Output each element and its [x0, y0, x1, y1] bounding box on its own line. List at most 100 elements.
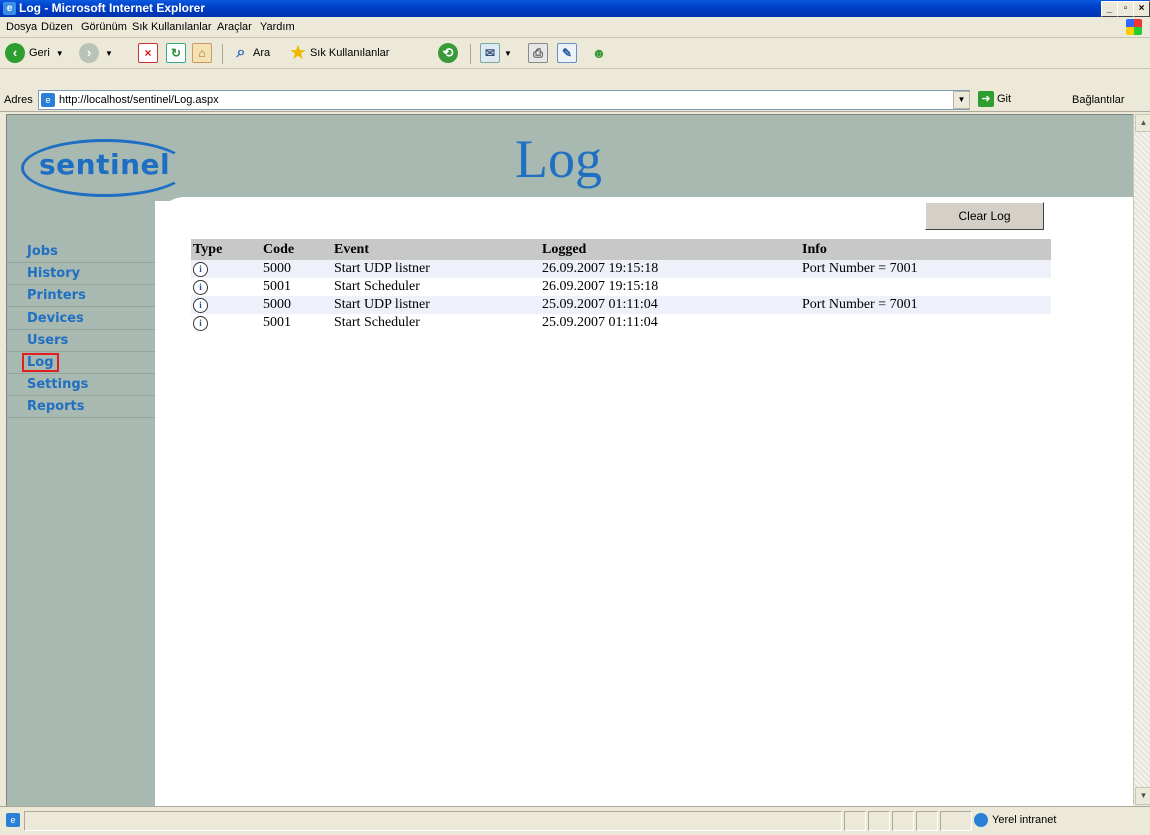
- close-button[interactable]: ×: [1133, 1, 1150, 17]
- chevron-down-icon: ▼: [105, 48, 113, 58]
- type-cell: i: [191, 296, 261, 314]
- edit-button[interactable]: ✎: [557, 42, 577, 64]
- nav-jobs[interactable]: Jobs: [7, 241, 155, 263]
- toolbar: ‹ Geri ▼ › ▼ × ↻ ⌂ ⌕ Ara ★ Sık Kullanıla…: [0, 38, 1150, 69]
- column-header-code: Code: [261, 239, 332, 260]
- menu-favorites[interactable]: Sık Kullanılanlar: [132, 21, 212, 33]
- info-cell: [800, 278, 1051, 296]
- go-button[interactable]: ➜ Git: [978, 91, 1011, 107]
- intranet-globe-icon: [974, 813, 988, 827]
- messenger-button[interactable]: ☻: [590, 42, 608, 64]
- zone-label: Yerel intranet: [992, 814, 1057, 826]
- page-status-icon: e: [6, 813, 20, 827]
- nav-reports[interactable]: Reports: [7, 396, 155, 418]
- nav-label: Settings: [27, 377, 89, 392]
- windows-logo-icon: [1126, 19, 1142, 35]
- page-viewport: sentinel Log Clear Log Jobs History Prin…: [6, 114, 1134, 806]
- address-label: Adres: [4, 94, 33, 106]
- table-row: i 5000 Start UDP listner 25.09.2007 01:1…: [191, 296, 1051, 314]
- address-url: http://localhost/sentinel/Log.aspx: [59, 94, 219, 106]
- type-cell: i: [191, 260, 261, 278]
- security-zone: Yerel intranet: [974, 811, 1140, 829]
- status-cell: [940, 811, 972, 831]
- home-icon: ⌂: [192, 43, 212, 63]
- menu-duzen[interactable]: Düzen: [41, 21, 73, 33]
- scroll-down-button[interactable]: ▼: [1135, 787, 1150, 805]
- refresh-button[interactable]: ↻: [166, 42, 186, 64]
- logo-text: sentinel: [39, 148, 171, 181]
- links-button[interactable]: Bağlantılar: [1072, 94, 1125, 106]
- info-icon: i: [193, 316, 208, 331]
- mail-button[interactable]: ✉ ▼: [480, 42, 512, 64]
- stop-icon: ×: [138, 43, 158, 63]
- address-input[interactable]: e http://localhost/sentinel/Log.aspx: [38, 90, 970, 110]
- nav-devices[interactable]: Devices: [7, 308, 155, 330]
- vertical-scrollbar[interactable]: ▲ ▼: [1133, 114, 1150, 805]
- status-cell: [916, 811, 938, 831]
- status-cell: [892, 811, 914, 831]
- logged-cell: 25.09.2007 01:11:04: [540, 296, 800, 314]
- back-label: Geri: [29, 47, 50, 59]
- nav-label: Jobs: [27, 244, 58, 259]
- back-arrow-icon: ‹: [5, 43, 25, 63]
- go-arrow-icon: ➜: [978, 91, 994, 107]
- favorites-label: Sık Kullanılanlar: [309, 47, 390, 59]
- nav-printers[interactable]: Printers: [7, 285, 155, 307]
- menu-dosya[interactable]: Dosya: [6, 21, 37, 33]
- nav-users[interactable]: Users: [7, 330, 155, 352]
- history-button[interactable]: ⟲: [438, 42, 458, 64]
- nav-label: Users: [27, 333, 69, 348]
- scroll-up-button[interactable]: ▲: [1135, 114, 1150, 132]
- stop-button[interactable]: ×: [138, 42, 158, 64]
- table-row: i 5001 Start Scheduler 25.09.2007 01:11:…: [191, 314, 1051, 332]
- menu-gorunum[interactable]: Görünüm: [81, 21, 127, 33]
- logged-cell: 26.09.2007 19:15:18: [540, 260, 800, 278]
- maximize-button[interactable]: ▫: [1117, 1, 1134, 17]
- edit-icon: ✎: [557, 43, 577, 63]
- table-row: i 5001 Start Scheduler 26.09.2007 19:15:…: [191, 278, 1051, 296]
- back-button[interactable]: ‹ Geri ▼: [5, 42, 64, 64]
- info-icon: i: [193, 262, 208, 277]
- search-label: Ara: [253, 47, 271, 59]
- menu-bar: Dosya Düzen Görünüm Sık Kullanılanlar Ar…: [0, 17, 1150, 38]
- toolbar-separator: [222, 44, 223, 64]
- nav-history[interactable]: History: [7, 263, 155, 285]
- code-cell: 5000: [261, 260, 332, 278]
- nav-log[interactable]: Log: [7, 352, 155, 374]
- logged-cell: 26.09.2007 19:15:18: [542, 279, 659, 294]
- mail-icon: ✉: [480, 43, 500, 63]
- forward-button[interactable]: › ▼: [79, 42, 113, 64]
- window-title-bar: e Log - Microsoft Internet Explorer _ ▫ …: [0, 0, 1150, 17]
- favorites-button[interactable]: ★ Sık Kullanılanlar: [289, 42, 389, 64]
- log-table: Type Code Event Logged Info i 5000 Start…: [191, 239, 1051, 332]
- code-cell: 5000: [261, 296, 332, 314]
- minimize-button[interactable]: _: [1101, 1, 1118, 17]
- nav-label: Printers: [27, 288, 86, 303]
- forward-arrow-icon: ›: [79, 43, 99, 63]
- clear-log-button[interactable]: Clear Log: [925, 202, 1044, 230]
- nav-settings[interactable]: Settings: [7, 374, 155, 396]
- search-button[interactable]: ⌕ Ara: [232, 42, 271, 64]
- info-cell: [800, 314, 1051, 332]
- chevron-down-icon: ▼: [504, 48, 512, 58]
- menu-araclar[interactable]: Araçlar: [217, 21, 252, 33]
- star-icon: ★: [289, 42, 307, 64]
- status-text-cell: [24, 811, 842, 831]
- event-cell: Start UDP listner: [332, 260, 540, 278]
- type-cell: i: [191, 314, 261, 332]
- table-row: i 5000 Start UDP listner 26.09.2007 19:1…: [191, 260, 1051, 278]
- menu-yardim[interactable]: Yardım: [260, 21, 295, 33]
- address-dropdown-button[interactable]: ▼: [953, 91, 970, 109]
- status-cell: [844, 811, 866, 831]
- column-header-logged: Logged: [540, 239, 800, 260]
- code-cell: 5001: [263, 279, 291, 294]
- event-cell: Start Scheduler: [334, 279, 420, 294]
- home-button[interactable]: ⌂: [192, 42, 212, 64]
- window-title: Log - Microsoft Internet Explorer: [19, 1, 206, 15]
- logged-cell: 25.09.2007 01:11:04: [542, 315, 658, 330]
- print-button[interactable]: ⎙: [528, 42, 548, 64]
- page-title: Log: [515, 129, 602, 189]
- page-icon: e: [41, 93, 55, 107]
- nav-label: Log: [22, 353, 59, 372]
- nav-label: Devices: [27, 311, 84, 326]
